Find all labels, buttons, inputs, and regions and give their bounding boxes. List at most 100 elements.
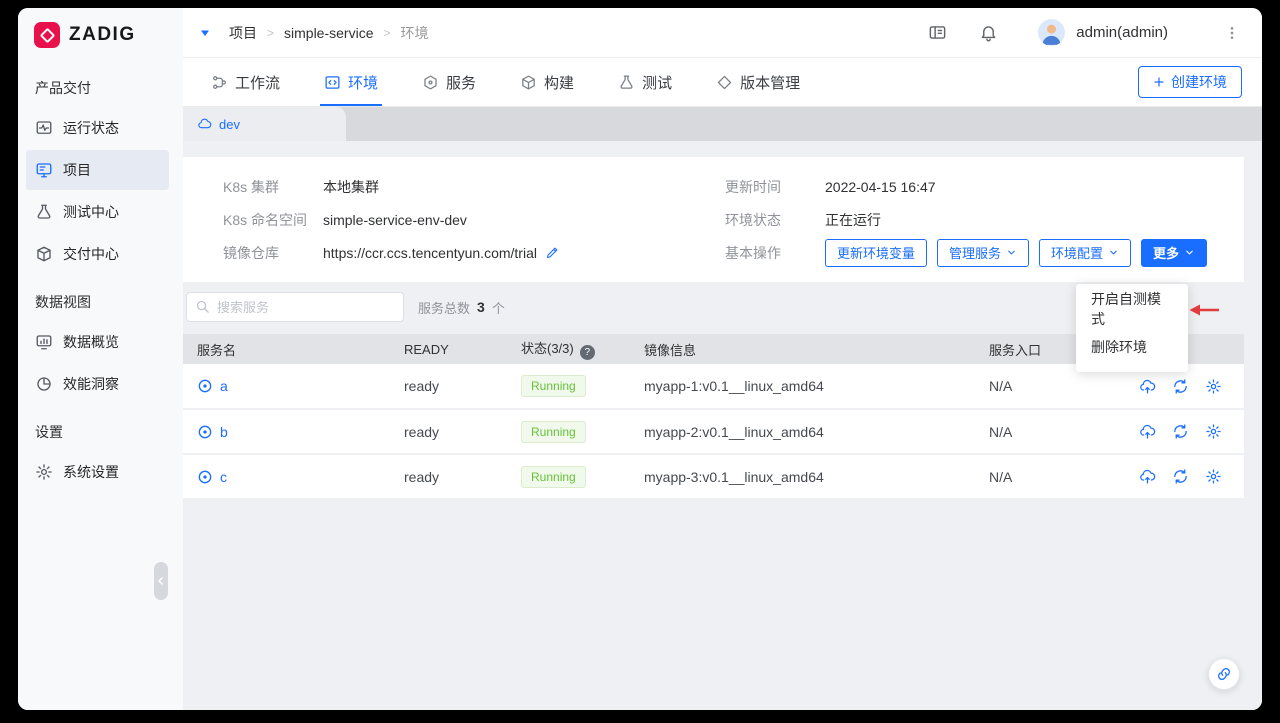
avatar[interactable]	[1038, 19, 1066, 46]
button-label: 更新环境变量	[837, 246, 916, 261]
zadig-logo[interactable]: ZADIG	[18, 8, 183, 62]
bell-icon[interactable]	[979, 23, 998, 42]
tab-label: 构建	[544, 74, 575, 92]
sidebar-section-settings: 设置	[35, 424, 63, 440]
status-badge: Running	[521, 420, 586, 443]
create-env-button[interactable]: 创建环境	[1138, 66, 1242, 98]
k8s-cluster-value: 本地集群	[323, 178, 379, 195]
env-tab-dev[interactable]: dev	[183, 107, 346, 141]
menu-item-delete-environment[interactable]: 删除环境	[1076, 328, 1188, 366]
tab-test[interactable]: 测试	[614, 58, 676, 106]
table-row: c ready Running myapp-3:v0.1__linux_amd6…	[183, 454, 1244, 500]
package-icon	[35, 245, 53, 263]
cube-build-icon	[520, 74, 537, 91]
env-status-label: 环境状态	[725, 211, 781, 228]
restart-service-icon[interactable]	[1172, 378, 1189, 395]
sidebar-item-label: 测试中心	[63, 204, 119, 220]
hexagon-service-icon	[422, 74, 439, 91]
service-link[interactable]: c	[220, 469, 227, 485]
floating-link-button[interactable]	[1208, 658, 1240, 690]
upgrade-service-icon[interactable]	[1139, 423, 1156, 440]
breadcrumb-project-name[interactable]: simple-service	[284, 25, 373, 41]
manage-services-button[interactable]: 管理服务	[937, 238, 1030, 267]
tab-services[interactable]: 服务	[418, 58, 480, 106]
sidebar-item-system-settings[interactable]: 系统设置	[26, 452, 169, 492]
more-button[interactable]: 更多	[1141, 238, 1208, 267]
upgrade-service-icon[interactable]	[1139, 378, 1156, 395]
sidebar-item-insight[interactable]: 效能洞察	[26, 364, 169, 404]
diamond-version-icon	[716, 74, 733, 91]
update-env-vars-button[interactable]: 更新环境变量	[825, 238, 928, 267]
tab-workflow[interactable]: 工作流	[207, 58, 284, 106]
kebab-menu-icon[interactable]	[1224, 25, 1240, 41]
status-cell: Running	[513, 454, 636, 500]
chevron-left-icon	[155, 575, 167, 587]
button-label: 管理服务	[949, 246, 1002, 261]
registry-value: https://ccr.ccs.tencentyun.com/trial	[323, 245, 560, 261]
service-config-icon[interactable]	[1205, 468, 1222, 485]
ready-cell: ready	[396, 454, 513, 500]
button-label: 环境配置	[1051, 246, 1104, 261]
sidebar-item-running-status[interactable]: 运行状态	[26, 108, 169, 148]
project-switcher-caret-icon[interactable]	[199, 27, 211, 39]
data-overview-icon	[35, 333, 53, 351]
menu-item-enable-self-test-mode[interactable]: 开启自测模式	[1076, 290, 1188, 328]
sidebar: ZADIG 产品交付 运行状态 项目 测试中心 交付中心 数据视图 数据概览 效…	[18, 8, 183, 710]
breadcrumb-projects[interactable]: 项目	[229, 23, 257, 43]
plus-icon	[1153, 76, 1165, 88]
search-input[interactable]	[186, 292, 404, 322]
sidebar-item-test-center[interactable]: 测试中心	[26, 192, 169, 232]
actions-cell	[1131, 409, 1244, 455]
header-status-label: 状态(3/3)	[521, 341, 574, 356]
service-total-count: 3	[477, 299, 485, 315]
sidebar-section-data-view: 数据视图	[35, 294, 91, 310]
service-config-icon[interactable]	[1205, 423, 1222, 440]
status-badge: Running	[521, 375, 586, 397]
tab-label: 环境	[348, 74, 379, 92]
registry-url: https://ccr.ccs.tencentyun.com/trial	[323, 244, 537, 261]
entry-cell: N/A	[981, 454, 1131, 500]
tab-label: 版本管理	[740, 74, 801, 92]
module-tabs: 工作流 环境 服务 构建 测试 版本管理 创建环境	[183, 58, 1262, 107]
entry-cell: N/A	[981, 409, 1131, 455]
env-config-button[interactable]: 环境配置	[1039, 238, 1132, 267]
button-label: 更多	[1153, 246, 1180, 261]
k8s-cluster-label: K8s 集群	[223, 178, 280, 195]
sidebar-item-data-overview[interactable]: 数据概览	[26, 322, 169, 362]
help-icon[interactable]: ?	[579, 345, 595, 360]
topbar-right: admin(admin)	[928, 19, 1240, 46]
app-window: ZADIG 产品交付 运行状态 项目 测试中心 交付中心 数据视图 数据概览 效…	[18, 8, 1262, 710]
service-config-icon[interactable]	[1205, 378, 1222, 395]
service-icon	[197, 469, 213, 485]
basic-ops-label: 基本操作	[725, 244, 781, 261]
actions-cell	[1131, 454, 1244, 500]
service-link[interactable]: a	[220, 378, 228, 394]
sidebar-item-label: 项目	[63, 162, 91, 178]
username[interactable]: admin(admin)	[1076, 24, 1168, 41]
header-status: 状态(3/3)?	[513, 334, 636, 364]
restart-service-icon[interactable]	[1172, 423, 1189, 440]
service-icon	[197, 424, 213, 440]
link-icon	[1216, 666, 1232, 682]
upgrade-service-icon[interactable]	[1139, 468, 1156, 485]
workspace-icon[interactable]	[928, 23, 947, 42]
status-badge: Running	[521, 465, 586, 488]
service-link[interactable]: b	[220, 424, 228, 440]
chevron-down-icon	[1006, 247, 1017, 258]
sidebar-item-delivery-center[interactable]: 交付中心	[26, 234, 169, 274]
image-cell: myapp-3:v0.1__linux_amd64	[636, 454, 981, 500]
edit-pencil-icon[interactable]	[545, 245, 560, 260]
sidebar-item-projects[interactable]: 项目	[26, 150, 169, 190]
project-icon	[35, 161, 53, 179]
sidebar-item-label: 交付中心	[63, 246, 119, 262]
tab-version-management[interactable]: 版本管理	[712, 58, 804, 106]
main-area: 项目 > simple-service > 环境 admin(admin) 工作…	[183, 8, 1262, 710]
zadig-logo-icon	[34, 22, 60, 48]
gear-icon	[35, 463, 53, 481]
sidebar-collapse-handle[interactable]	[154, 562, 168, 600]
tab-build[interactable]: 构建	[516, 58, 578, 106]
image-cell: myapp-2:v0.1__linux_amd64	[636, 409, 981, 455]
tab-environment[interactable]: 环境	[320, 58, 383, 106]
restart-service-icon[interactable]	[1172, 468, 1189, 485]
tab-label: 工作流	[235, 74, 281, 92]
